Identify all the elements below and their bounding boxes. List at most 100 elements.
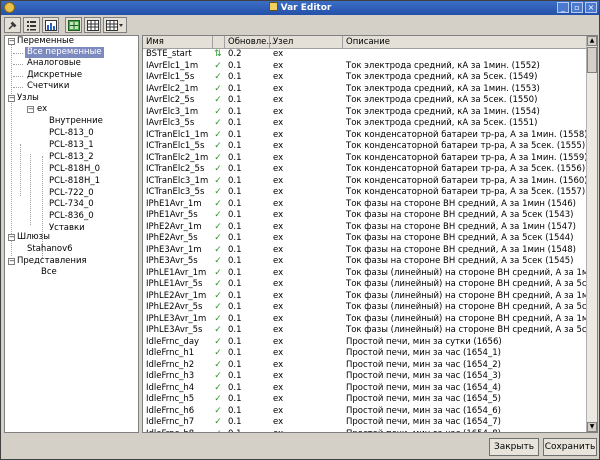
cell-update-rate: 0.1 <box>228 95 242 105</box>
table-row[interactable]: IAvrElc2_1m ✓ 0.1 ex Ток электрода средний, … <box>143 84 587 96</box>
close-button[interactable]: Закрыть <box>489 438 539 456</box>
scroll-up-icon[interactable]: ▲ <box>587 36 597 46</box>
maximize-button[interactable]: ▫ <box>571 2 583 13</box>
cell-name: IPhE1Avr_1m <box>146 198 202 209</box>
list-icon[interactable] <box>23 17 40 33</box>
table-row[interactable]: ICTranElc1_1m ✓ 0.1 ex Ток конденсаторной ба… <box>143 130 587 142</box>
tree-item-settings[interactable]: Уставки <box>49 223 85 234</box>
tree-item-internal[interactable]: Внутренние <box>49 116 103 127</box>
tree-line <box>11 45 12 256</box>
table-row[interactable]: IAvrElc2_5s ✓ 0.1 ex Ток электрода средний, … <box>143 95 587 107</box>
table-row[interactable]: IPhE3Avr_1m ✓ 0.1 ex Ток фазы на стороне ВН … <box>143 245 587 257</box>
table-row[interactable]: IdleFrnc_h5 ✓ 0.1 ex Простой печи, мин за ча… <box>143 394 587 406</box>
cell-node: ex <box>273 106 284 117</box>
table-row[interactable]: IdleFrnc_h1 ✓ 0.1 ex Простой печи, мин за ча… <box>143 348 587 360</box>
variables-table[interactable]: Имя Обновле... Узел Описание BSTE_start ⇅… <box>142 35 598 433</box>
table-row[interactable]: IdleFrnc_h7 ✓ 0.1 ex Простой печи, мин за ча… <box>143 417 587 429</box>
cell-description: Ток фазы на стороне ВН средний, А за 5се… <box>346 210 574 220</box>
tree-item-pcl-813-2[interactable]: PCL-813_2 <box>49 152 94 163</box>
cell-description: Ток электрода средний, кА за 5сек. (1549… <box>346 72 538 82</box>
tree-item-nodes[interactable]: Узлы <box>17 93 39 104</box>
cell-name: IAvrElc3_5s <box>146 118 195 128</box>
table-row[interactable]: IPhE1Avr_1m ✓ 0.1 ex Ток фазы на стороне ВН … <box>143 199 587 211</box>
tree-item-analog[interactable]: Аналоговые <box>27 58 81 69</box>
cell-name: IPhE2Avr_1m <box>146 221 202 232</box>
tree-item-views[interactable]: Представления <box>17 256 87 267</box>
collapse-toggle-icon[interactable]: − <box>8 258 15 265</box>
tree-item-counters[interactable]: Счетчики <box>27 81 69 92</box>
table-row[interactable]: ICTranElc3_5s ✓ 0.1 ex Ток конденсаторной ба… <box>143 187 587 199</box>
tree-item-variables[interactable]: Переменные <box>17 36 74 47</box>
table-row[interactable]: IAvrElc3_5s ✓ 0.1 ex Ток электрода средний, … <box>143 118 587 130</box>
table-row[interactable]: IdleFrnc_h6 ✓ 0.1 ex Простой печи, мин за ча… <box>143 406 587 418</box>
table-green-icon[interactable] <box>65 17 82 33</box>
table-row[interactable]: IPhLE1Avr_5s ✓ 0.1 ex Ток фазы (линейный) на… <box>143 279 587 291</box>
minimize-button[interactable]: _ <box>557 2 569 13</box>
tree-item-all[interactable]: Все <box>41 267 57 278</box>
table-icon[interactable] <box>84 17 101 33</box>
table-row[interactable]: ICTranElc2_5s ✓ 0.1 ex Ток конденсаторной ба… <box>143 164 587 176</box>
table-row[interactable]: IPhE3Avr_5s ✓ 0.1 ex Ток фазы на стороне ВН … <box>143 256 587 268</box>
chart-icon[interactable] <box>42 17 59 33</box>
cell-update-rate: 0.1 <box>228 394 242 404</box>
cell-name: IdleFrnc_h1 <box>146 348 195 358</box>
table-row[interactable]: IPhE2Avr_1m ✓ 0.1 ex Ток фазы на стороне ВН … <box>143 222 587 234</box>
table-row[interactable]: IdleFrnc_day ✓ 0.1 ex Простой печи, мин за с… <box>143 337 587 349</box>
tree-item-pcl-813-0[interactable]: PCL-813_0 <box>49 128 94 139</box>
table-row[interactable]: IdleFrnc_h2 ✓ 0.1 ex Простой печи, мин за ча… <box>143 360 587 372</box>
table-row[interactable]: BSTE_start ⇅ 0.2 ex <box>143 49 587 61</box>
tree-item-pcl-722-0[interactable]: PCL-722_0 <box>49 188 94 199</box>
pin-icon[interactable] <box>4 17 21 33</box>
table-row[interactable]: ICTranElc2_1m ✓ 0.1 ex Ток конденсаторной ба… <box>143 153 587 165</box>
table-row[interactable]: IPhLE3Avr_1m ✓ 0.1 ex Ток фазы (линейный) на… <box>143 314 587 326</box>
tree-item-stahanov6[interactable]: Stahanov6 <box>27 244 73 255</box>
column-header-update[interactable]: Обновле... <box>225 36 274 49</box>
tree-item-pcl-836-0[interactable]: PCL-836_0 <box>49 211 94 222</box>
column-header-name[interactable]: Имя <box>143 36 213 49</box>
column-header-node[interactable]: Узел <box>270 36 343 49</box>
table-menu-icon[interactable] <box>103 17 127 33</box>
tree-item-gateways[interactable]: Шлюзы <box>17 232 50 243</box>
cell-description: Ток фазы (линейный) на стороне ВН средни… <box>346 302 587 312</box>
close-window-button[interactable]: × <box>585 2 597 13</box>
tree-item-pcl-818h-0[interactable]: PCL-818H_0 <box>49 164 100 175</box>
table-row[interactable]: ICTranElc3_1m ✓ 0.1 ex Ток конденсаторной ба… <box>143 176 587 188</box>
tree-item-pcl-813-1[interactable]: PCL-813_1 <box>49 140 94 151</box>
table-row[interactable]: IdleFrnc_h4 ✓ 0.1 ex Простой печи, мин за ча… <box>143 383 587 395</box>
variables-tree[interactable]: − Переменные Все переменные Аналоговые Д… <box>4 35 139 433</box>
column-header-description[interactable]: Описание <box>343 36 587 49</box>
table-row[interactable]: IPhE1Avr_5s ✓ 0.1 ex Ток фазы на стороне ВН … <box>143 210 587 222</box>
scroll-thumb[interactable] <box>587 47 597 73</box>
vertical-scrollbar[interactable]: ▲ ▼ <box>586 36 597 432</box>
tree-item-pcl-734-0[interactable]: PCL-734_0 <box>49 199 94 210</box>
cell-description: Простой печи, мин за час (1654_2) <box>346 359 501 370</box>
cell-node: ex <box>273 382 284 393</box>
collapse-toggle-icon[interactable]: − <box>8 95 15 102</box>
collapse-toggle-icon[interactable]: − <box>8 38 15 45</box>
table-row[interactable]: IPhLE2Avr_1m ✓ 0.1 ex Ток фазы (линейный) на… <box>143 291 587 303</box>
save-button[interactable]: Сохранить <box>543 438 597 456</box>
tree-item-all-variables[interactable]: Все переменные <box>25 47 104 58</box>
column-header-icon[interactable] <box>213 36 225 49</box>
tree-item-discrete[interactable]: Дискретные <box>27 70 82 81</box>
tree-item-ex[interactable]: ex <box>37 104 47 115</box>
table-row[interactable]: IAvrElc3_1m ✓ 0.1 ex Ток электрода средний, … <box>143 107 587 119</box>
table-row[interactable]: IdleFrnc_h8✓0.1exПростой печи, мин за ча… <box>143 429 587 433</box>
table-row[interactable]: IdleFrnc_h3 ✓ 0.1 ex Простой печи, мин за ча… <box>143 371 587 383</box>
collapse-toggle-icon[interactable]: − <box>8 234 15 241</box>
collapse-toggle-icon[interactable]: − <box>27 106 34 113</box>
table-row[interactable]: IPhLE3Avr_5s ✓ 0.1 ex Ток фазы (линейный) на… <box>143 325 587 337</box>
tree-item-pcl-818h-1[interactable]: PCL-818H_1 <box>49 176 100 187</box>
title-bar[interactable]: Var Editor _ ▫ × <box>1 1 599 15</box>
table-row[interactable]: IPhE2Avr_5s ✓ 0.1 ex Ток фазы на стороне ВН … <box>143 233 587 245</box>
scroll-down-icon[interactable]: ▼ <box>587 422 597 432</box>
table-row[interactable]: IAvrElc1_1m ✓ 0.1 ex Ток электрода средний, … <box>143 61 587 73</box>
table-row[interactable]: IAvrElc1_5s ✓ 0.1 ex Ток электрода средний, … <box>143 72 587 84</box>
cell-update-rate: 0.1 <box>228 302 242 312</box>
updated-check-icon: ✓ <box>214 290 222 301</box>
updated-check-icon: ✓ <box>214 106 222 117</box>
table-row[interactable]: IPhLE1Avr_1m ✓ 0.1 ex Ток фазы (линейный) на… <box>143 268 587 280</box>
table-row[interactable]: IPhLE2Avr_5s ✓ 0.1 ex Ток фазы (линейный) на… <box>143 302 587 314</box>
cell-name: IdleFrnc_h5 <box>146 394 195 404</box>
table-row[interactable]: ICTranElc1_5s ✓ 0.1 ex Ток конденсаторной ба… <box>143 141 587 153</box>
